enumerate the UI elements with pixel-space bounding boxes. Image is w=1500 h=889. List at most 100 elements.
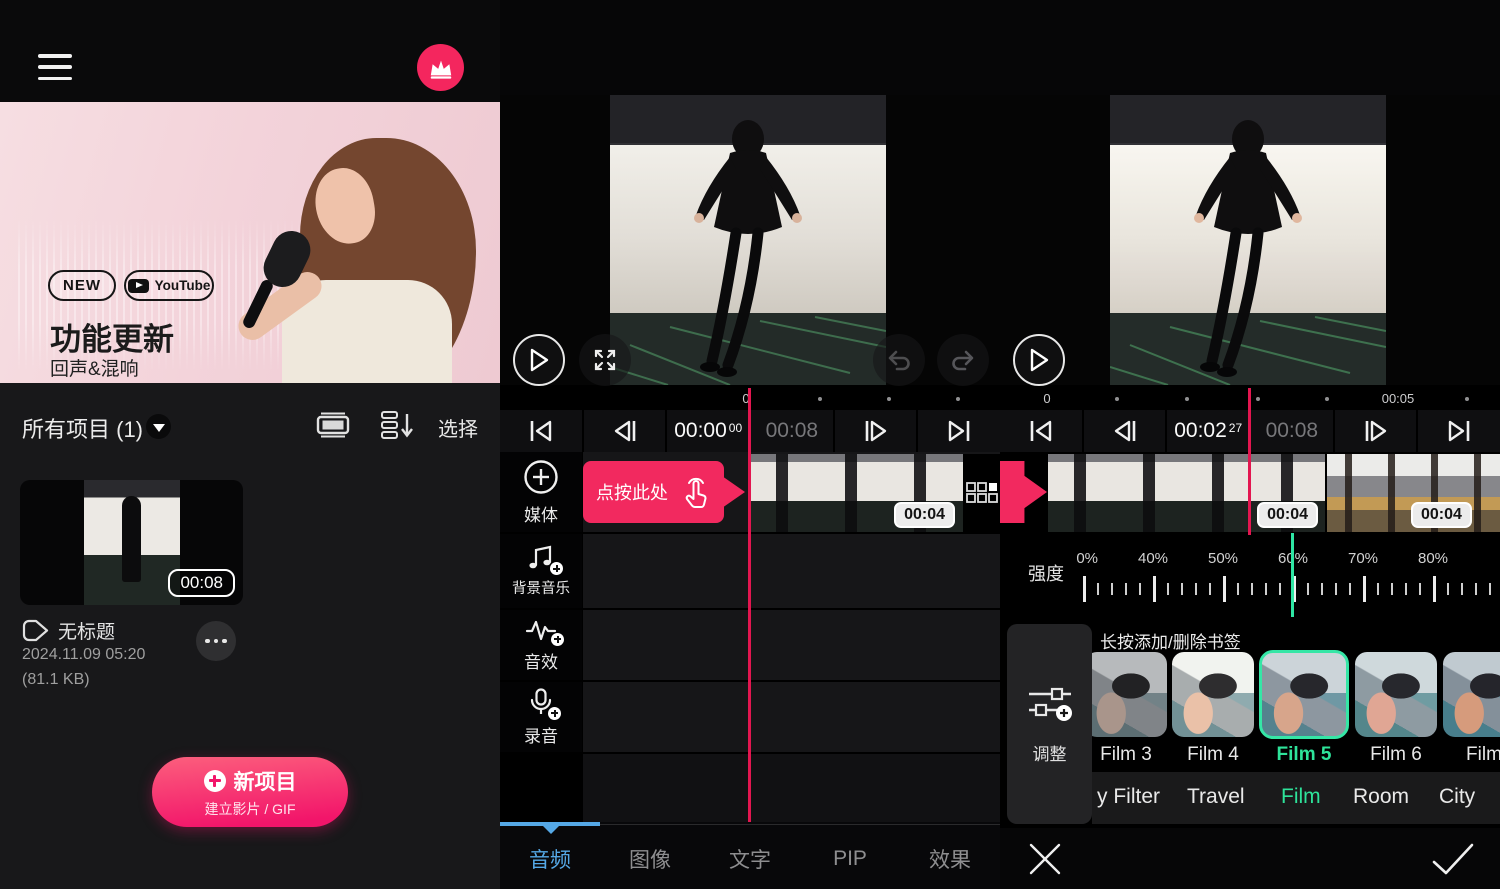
filter-thumb-film6[interactable] <box>1355 652 1437 737</box>
empty-track-lane <box>583 754 1000 822</box>
bgm-button[interactable]: 背景音乐 <box>500 534 582 608</box>
scene-figure <box>1110 95 1386 385</box>
youtube-icon <box>128 279 149 293</box>
skip-start-button[interactable] <box>500 410 582 452</box>
category-city[interactable]: City <box>1439 785 1475 809</box>
adjust-button[interactable]: 调整 <box>1007 624 1092 824</box>
filter-thumb-film5-selected[interactable] <box>1261 652 1347 737</box>
video-frame-filtered <box>1110 95 1386 385</box>
filter-category-row: y Filter Travel Film Room City <box>1092 772 1500 824</box>
tick-label-70: 70% <box>1348 550 1378 567</box>
skip-start-button[interactable] <box>1000 410 1082 452</box>
filter-playhead[interactable] <box>1248 388 1251 535</box>
filter-thumb-film3[interactable] <box>1085 652 1167 737</box>
prev-frame-button[interactable] <box>584 410 666 452</box>
confirm-check-icon[interactable] <box>1430 841 1476 877</box>
redo-button[interactable] <box>937 334 989 386</box>
transition-grid-icon <box>966 482 998 504</box>
new-project-label: 新项目 <box>234 766 297 796</box>
add-media-button[interactable]: 媒体 <box>500 452 582 532</box>
project-card[interactable]: 00:08 <box>20 480 243 605</box>
record-button[interactable]: 录音 <box>500 682 582 752</box>
filter-label-film5: Film 5 <box>1261 744 1347 766</box>
undo-icon <box>886 349 912 371</box>
intensity-label: 强度 <box>1028 560 1064 586</box>
filter-thumb-film7[interactable] <box>1443 652 1500 737</box>
new-project-button[interactable]: 新项目 建立影片 / GIF <box>152 757 348 827</box>
fullscreen-button[interactable] <box>579 334 631 386</box>
sort-icon[interactable] <box>380 410 416 440</box>
filter-play-button[interactable] <box>1013 334 1065 386</box>
playhead[interactable] <box>748 388 751 822</box>
intensity-bookmark-indicator[interactable] <box>1291 533 1294 617</box>
filter-thumb-film4[interactable] <box>1172 652 1254 737</box>
tick-label-30: 30% <box>1076 550 1098 567</box>
category-travel[interactable]: Travel <box>1187 785 1245 809</box>
new-project-sublabel: 建立影片 / GIF <box>205 799 296 819</box>
bookmark-hint: 长按添加/删除书签 <box>1100 628 1241 653</box>
tooltip-arrow-remnant <box>1000 461 1047 523</box>
ruler-label-zero: 0 <box>734 391 758 406</box>
tick-label-50: 50% <box>1208 550 1238 567</box>
filter-label-film7: Film <box>1443 744 1500 766</box>
prev-frame-button[interactable] <box>1084 410 1166 452</box>
skip-end-button[interactable] <box>1418 410 1500 452</box>
ruler-label-five: 00:05 <box>1378 391 1418 406</box>
category-filter[interactable]: y Filter <box>1097 785 1160 809</box>
sound-wave-icon <box>525 618 557 642</box>
project-more-button[interactable] <box>196 621 236 661</box>
filter-preview[interactable] <box>1000 95 1500 385</box>
clip-duration-badge: 00:04 <box>894 502 955 528</box>
editor-tabbar: 音频 图像 文字 PIP 效果 <box>500 822 1000 889</box>
timeline-clip[interactable]: 00:04 <box>750 454 963 532</box>
close-icon[interactable] <box>1027 841 1063 877</box>
timeline-clip-2[interactable]: 00:04 <box>1327 454 1500 532</box>
next-frame-button[interactable] <box>1335 410 1417 452</box>
clip2-duration-badge: 00:04 <box>1411 502 1472 528</box>
next-frame-button[interactable] <box>835 410 917 452</box>
tab-audio[interactable]: 音频 <box>500 834 600 884</box>
video-frame <box>610 95 886 385</box>
home-topbar <box>0 0 500 102</box>
promo-banner[interactable]: NEW YouTube 功能更新 回声&混响 <box>0 102 500 383</box>
play-button[interactable] <box>513 334 565 386</box>
intensity-ticks[interactable]: 30% 40% 50% 60% 70% 80% <box>1076 550 1500 608</box>
view-mode-icon[interactable] <box>316 411 350 439</box>
editor-preview[interactable] <box>500 95 1000 385</box>
premium-crown-button[interactable] <box>417 44 464 91</box>
tap-hand-icon <box>683 475 711 509</box>
filter-label-film6: Film 6 <box>1355 744 1437 766</box>
clip1-duration-badge: 00:04 <box>1257 502 1318 528</box>
youtube-badge: YouTube <box>124 270 214 301</box>
sfx-label: 音效 <box>524 648 558 673</box>
ruler-label-zero: 0 <box>1035 391 1059 406</box>
project-name: 无标题 <box>58 617 115 644</box>
bgm-track-lane <box>583 534 1000 608</box>
project-size: (81.1 KB) <box>22 671 90 689</box>
undo-button[interactable] <box>873 334 925 386</box>
skip-end-button[interactable] <box>918 410 1000 452</box>
record-label: 录音 <box>524 722 558 747</box>
adjust-sliders-icon <box>1027 684 1073 722</box>
new-badge: NEW <box>48 270 116 301</box>
tag-icon <box>22 619 49 642</box>
category-film[interactable]: Film <box>1281 785 1321 809</box>
projects-title: 所有项目 (1) <box>22 412 143 444</box>
category-room[interactable]: Room <box>1353 785 1409 809</box>
adjust-label: 调整 <box>1033 740 1067 765</box>
add-media-plus-icon <box>523 459 559 495</box>
timeline-clip-1[interactable]: 00:04 <box>1048 454 1325 532</box>
tab-pip[interactable]: PIP <box>800 834 900 884</box>
active-tab-indicator <box>500 822 600 826</box>
sfx-track-lane <box>583 610 1000 680</box>
filter-label-film4: Film 4 <box>1172 744 1254 766</box>
select-button[interactable]: 选择 <box>438 413 478 442</box>
tab-image[interactable]: 图像 <box>600 834 700 884</box>
sfx-button[interactable]: 音效 <box>500 610 582 680</box>
menu-icon[interactable] <box>38 54 72 80</box>
projects-dropdown[interactable] <box>146 414 171 439</box>
transition-button[interactable] <box>963 454 1000 532</box>
tab-effects[interactable]: 效果 <box>900 834 1000 884</box>
bgm-label: 背景音乐 <box>512 577 570 598</box>
tab-text[interactable]: 文字 <box>700 834 800 884</box>
